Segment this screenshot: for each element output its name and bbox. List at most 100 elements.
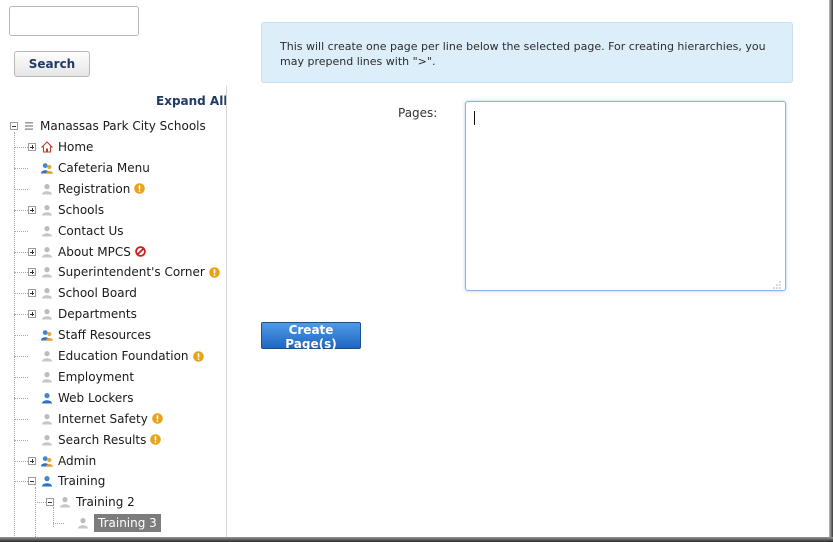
- tree-item-label: Schools: [58, 202, 105, 217]
- tree-connector: [14, 188, 28, 190]
- tree-item-staff-resources[interactable]: Staff Resources: [28, 325, 151, 345]
- tree-root[interactable]: Manassas Park City Schools: [10, 116, 206, 136]
- tree-item-training-3[interactable]: Training 3: [64, 513, 161, 533]
- tree-item-employment[interactable]: Employment: [28, 367, 134, 387]
- tree-item-education-foundation[interactable]: Education Foundation: [28, 346, 204, 366]
- tree-connector: [14, 356, 28, 357]
- user-group-icon: [41, 162, 53, 174]
- tree-item-label: School Board: [58, 286, 137, 301]
- warning-icon: [192, 350, 204, 362]
- user-gray-icon: [41, 204, 53, 216]
- user-gray-icon: [41, 308, 53, 320]
- collapse-toggle-icon[interactable]: [10, 122, 18, 130]
- expand-toggle-icon[interactable]: [28, 247, 36, 256]
- tree-item-training[interactable]: Training: [28, 471, 105, 491]
- user-gray-icon: [77, 517, 89, 529]
- pages-label: Pages:: [398, 106, 438, 120]
- user-blue-icon: [41, 475, 53, 487]
- tree-connector: [14, 209, 28, 211]
- tree-item-label: Training 3: [94, 514, 161, 533]
- tree-connector: [35, 487, 36, 539]
- tree-item-search-results[interactable]: Search Results: [28, 430, 162, 450]
- tree-item-label: Admin: [58, 453, 97, 468]
- expand-toggle-icon[interactable]: [28, 289, 36, 298]
- expand-toggle-icon[interactable]: [28, 456, 36, 465]
- blocked-icon: [135, 246, 146, 257]
- pages-textarea[interactable]: [465, 101, 786, 291]
- collapse-toggle-icon[interactable]: [28, 477, 36, 486]
- resize-handle-icon[interactable]: [773, 278, 781, 289]
- tree-item-label: Home: [58, 140, 94, 154]
- tree-item-label: Training: [58, 474, 106, 489]
- tree-item-superintendent-s-corner[interactable]: Superintendent's Corner: [28, 262, 220, 282]
- tree-connector: [35, 502, 46, 504]
- user-gray-icon: [41, 287, 53, 299]
- expand-toggle-icon[interactable]: [28, 205, 36, 214]
- tree-item-school-board[interactable]: School Board: [28, 283, 137, 303]
- tree-connector: [53, 523, 64, 525]
- user-gray-icon: [41, 246, 53, 258]
- user-gray-icon: [41, 434, 53, 446]
- tree-item-label: Training 2: [76, 495, 135, 510]
- user-blue-icon: [41, 392, 53, 404]
- tree-item-web-lockers[interactable]: Web Lockers: [28, 388, 133, 408]
- tree-item-home[interactable]: Home: [28, 137, 93, 157]
- tree-item-registration[interactable]: Registration: [28, 179, 146, 199]
- tree-item-label: Internet Safety: [58, 411, 148, 426]
- tree-item-contact-us[interactable]: Contact Us: [28, 221, 124, 241]
- collapse-toggle-icon[interactable]: [46, 498, 54, 507]
- user-gray-icon: [59, 496, 71, 508]
- panel-divider: [226, 86, 227, 538]
- tree-item-label: Search Results: [58, 432, 147, 447]
- tree-connector: [14, 272, 28, 274]
- tree-item-label: Cafeteria Menu: [58, 160, 150, 175]
- tree-root-label: Manassas Park City Schools: [40, 119, 206, 133]
- tree-connector: [14, 418, 28, 420]
- tree-connector: [14, 251, 28, 253]
- user-gray-icon: [41, 183, 53, 195]
- user-gray-icon: [41, 225, 53, 237]
- user-group-icon: [41, 329, 53, 341]
- tree-item-training-2[interactable]: Training 2: [46, 492, 135, 512]
- tree-connector: [14, 481, 28, 483]
- tree-item-about-mpcs[interactable]: About MPCS: [28, 242, 146, 262]
- expand-toggle-icon[interactable]: [28, 143, 36, 151]
- user-gray-icon: [41, 413, 53, 425]
- tree-item-label: Staff Resources: [58, 328, 152, 343]
- text-caret: [474, 111, 475, 125]
- user-gray-icon: [41, 266, 53, 278]
- tree-connector: [14, 397, 28, 399]
- tree-item-label: Registration: [58, 181, 131, 196]
- tree-connector: [14, 460, 28, 462]
- warning-icon: [209, 267, 220, 278]
- user-gray-icon: [41, 371, 53, 383]
- tree-item-label: About MPCS: [58, 244, 131, 259]
- tree-connector: [14, 335, 28, 337]
- tree-item-internet-safety[interactable]: Internet Safety: [28, 409, 163, 429]
- expand-toggle-icon[interactable]: [28, 268, 36, 277]
- tree-item-label: Departments: [58, 307, 137, 322]
- expand-toggle-icon[interactable]: [28, 310, 36, 319]
- tree-item-admin[interactable]: Admin: [28, 451, 96, 471]
- tree-item-schools[interactable]: Schools: [28, 200, 104, 220]
- tree-item-cafeteria-menu[interactable]: Cafeteria Menu: [28, 158, 150, 178]
- tree-item-label: Superintendent's Corner: [58, 265, 205, 280]
- tree-item-departments[interactable]: Departments: [28, 304, 137, 324]
- tree-connector: [14, 314, 28, 316]
- user-group-icon: [41, 455, 53, 467]
- warning-icon: [150, 434, 162, 445]
- window-edge: [829, 0, 833, 542]
- tree-connector: [14, 376, 28, 378]
- info-message: This will create one page per line below…: [261, 22, 793, 83]
- create-pages-button[interactable]: Create Page(s): [261, 322, 361, 351]
- page-list-icon: [23, 120, 35, 132]
